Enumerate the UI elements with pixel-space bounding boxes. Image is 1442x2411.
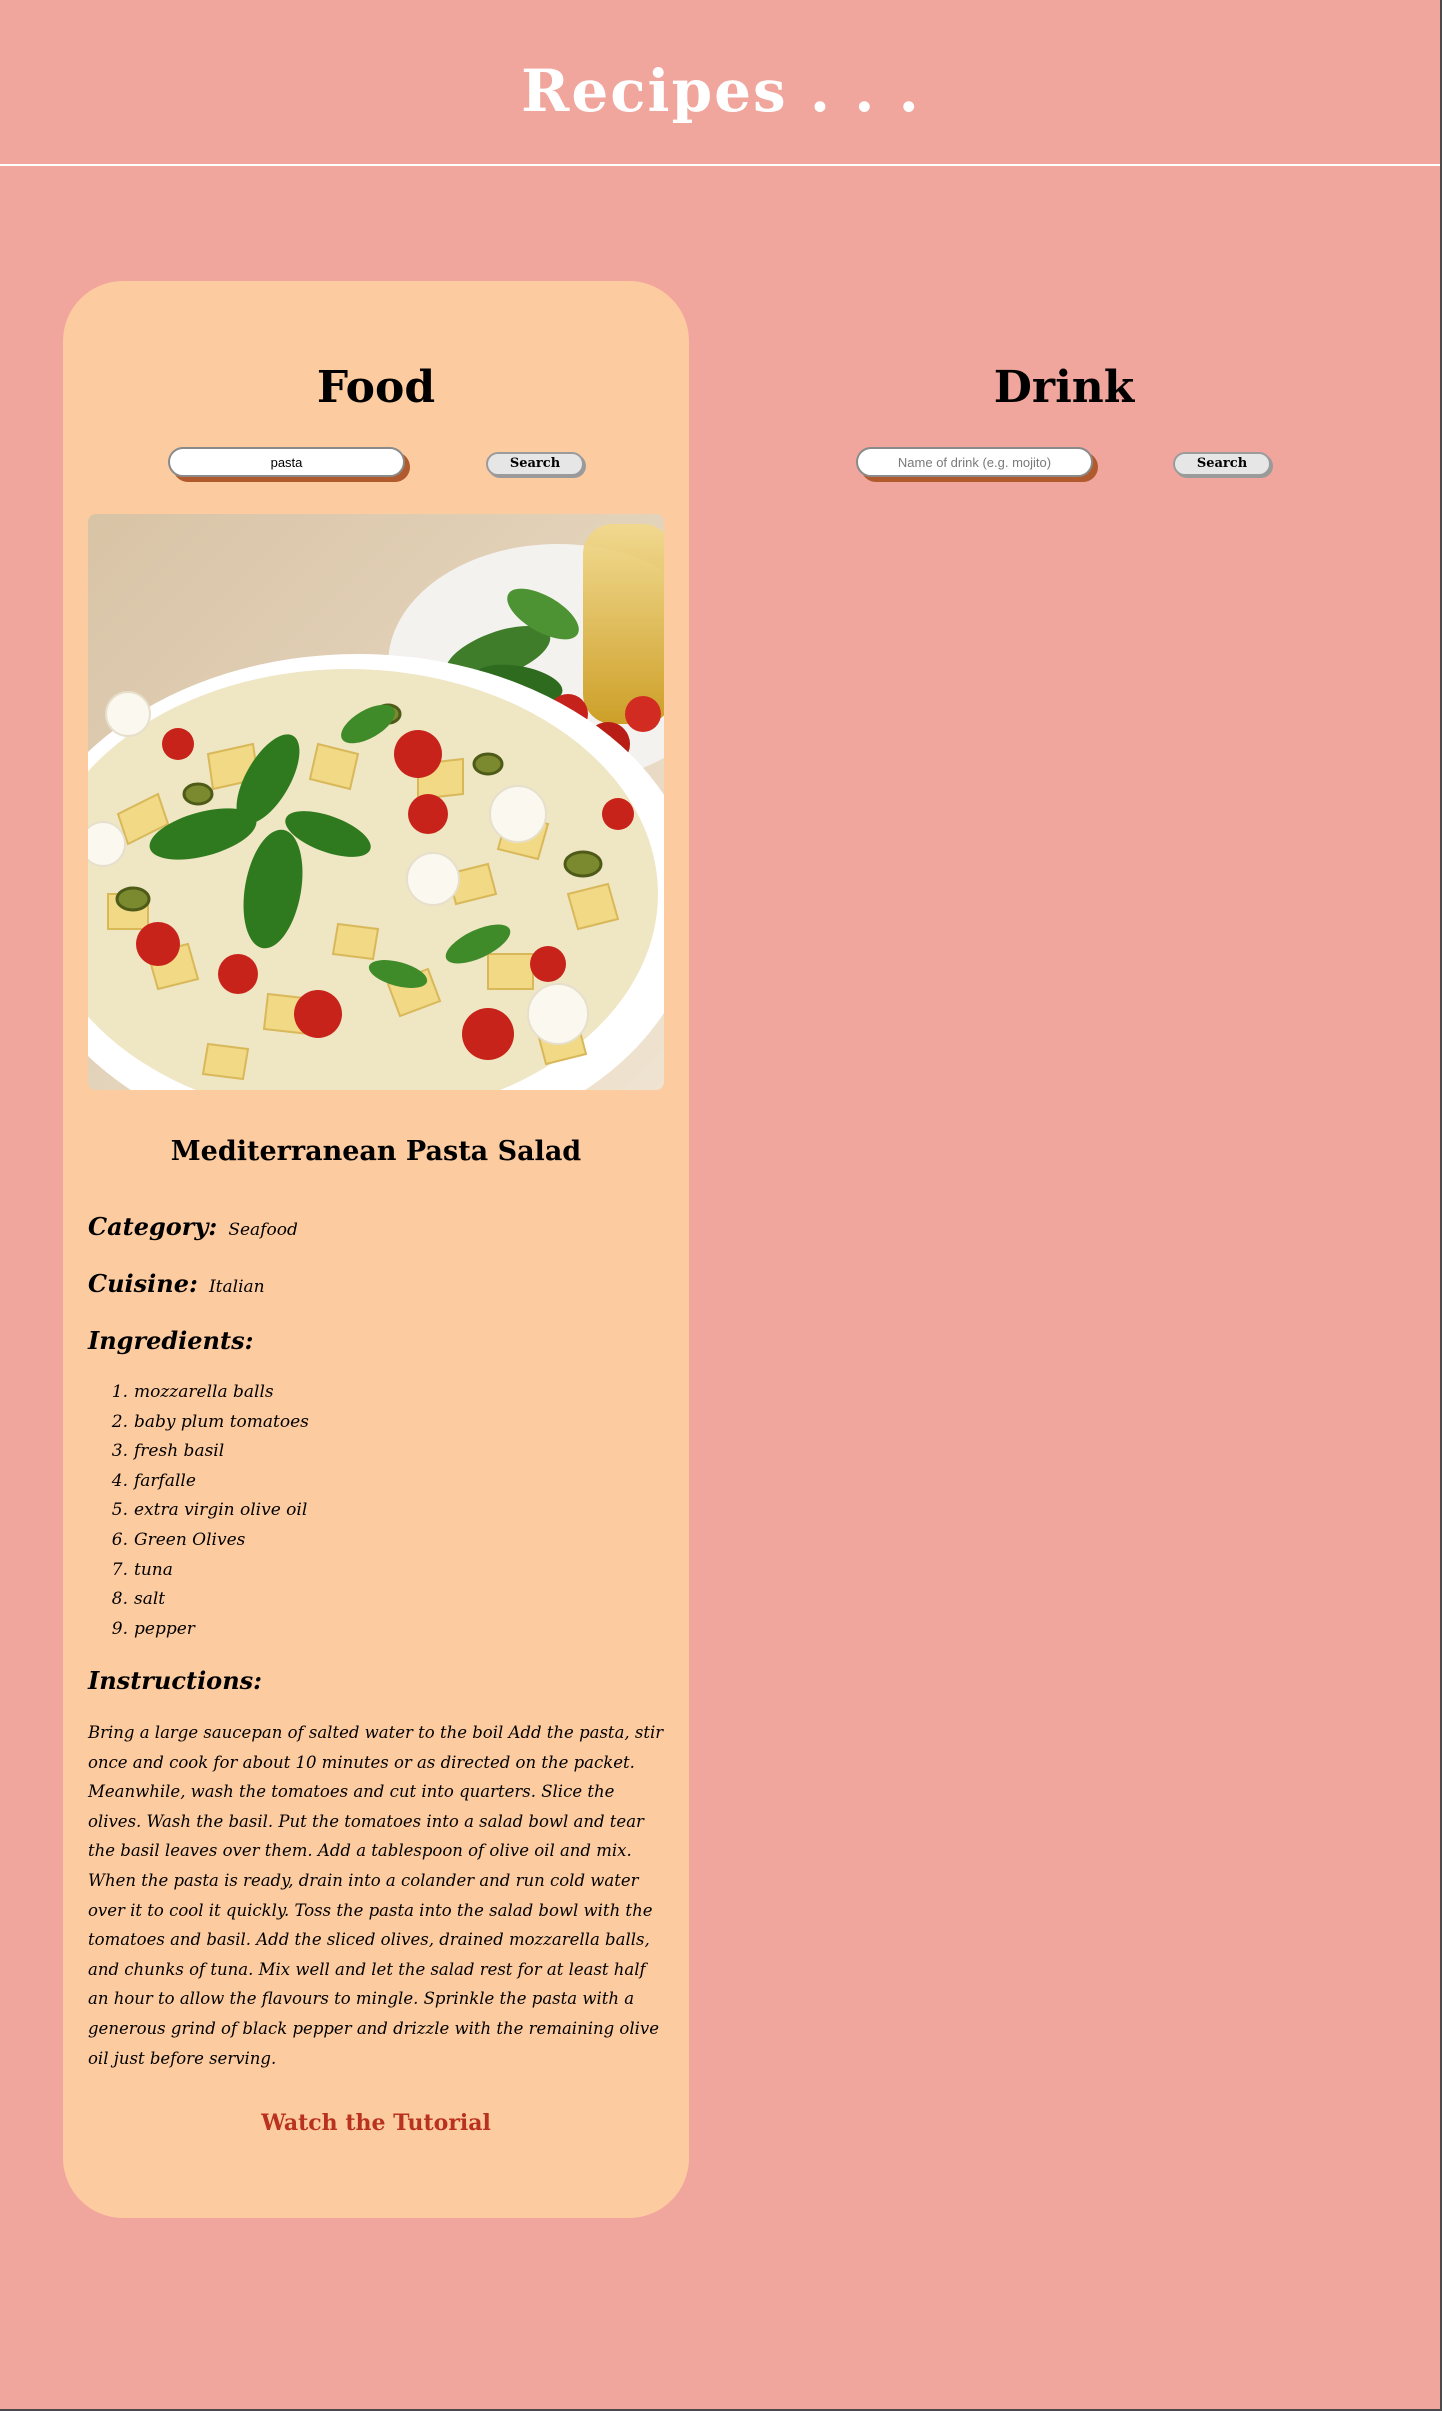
drink-search-input[interactable] xyxy=(856,447,1093,477)
instructions-text: Bring a large saucepan of salted water t… xyxy=(88,1723,664,2068)
cuisine-line: Cuisine: Italian xyxy=(88,1269,668,1298)
category-value: Seafood xyxy=(228,1220,298,1240)
ingredient-item: 3. fresh basil xyxy=(111,1441,225,1462)
ingredient-item: 1. mozzarella balls xyxy=(111,1382,274,1402)
drink-search-button[interactable]: Search xyxy=(1173,452,1271,476)
food-search-input[interactable] xyxy=(168,447,405,477)
ingredient-item: 8. salt xyxy=(111,1589,166,1610)
ingredient-item: 7. tuna xyxy=(111,1559,173,1580)
ingredient-item: 6. Green Olives xyxy=(111,1529,246,1550)
food-heading: Food xyxy=(316,362,436,413)
recipe-title: Mediterranean Pasta Salad xyxy=(170,1136,582,1167)
ingredients-heading: Ingredients: xyxy=(88,1326,668,1355)
instructions-label: Instructions: xyxy=(88,1666,263,1695)
cuisine-value: Italian xyxy=(208,1277,265,1297)
ingredient-item: 4. farfalle xyxy=(111,1470,196,1491)
site-title: Recipes . . . xyxy=(521,57,921,125)
cuisine-label: Cuisine: xyxy=(88,1269,198,1298)
drink-heading: Drink xyxy=(993,362,1135,413)
food-search-button[interactable]: Search xyxy=(486,452,584,476)
ingredients-label: Ingredients: xyxy=(88,1326,254,1355)
pasta-salad-photo-icon xyxy=(88,514,664,1090)
watch-tutorial-link[interactable]: Watch the Tutorial xyxy=(63,2110,689,2136)
recipe-image xyxy=(88,514,664,1090)
category-label: Category: xyxy=(88,1212,218,1241)
category-line: Category: Seafood xyxy=(88,1212,668,1241)
instructions-heading: Instructions: xyxy=(88,1666,668,1695)
ingredient-item: 5. extra virgin olive oil xyxy=(111,1500,308,1521)
ingredients-list: 1. mozzarella balls 2. baby plum tomatoes … xyxy=(106,1378,666,1644)
site-header: Recipes . . . xyxy=(0,0,1442,166)
ingredient-item: 9. pepper xyxy=(111,1618,195,1639)
ingredient-item: 2. baby plum tomatoes xyxy=(111,1411,309,1432)
